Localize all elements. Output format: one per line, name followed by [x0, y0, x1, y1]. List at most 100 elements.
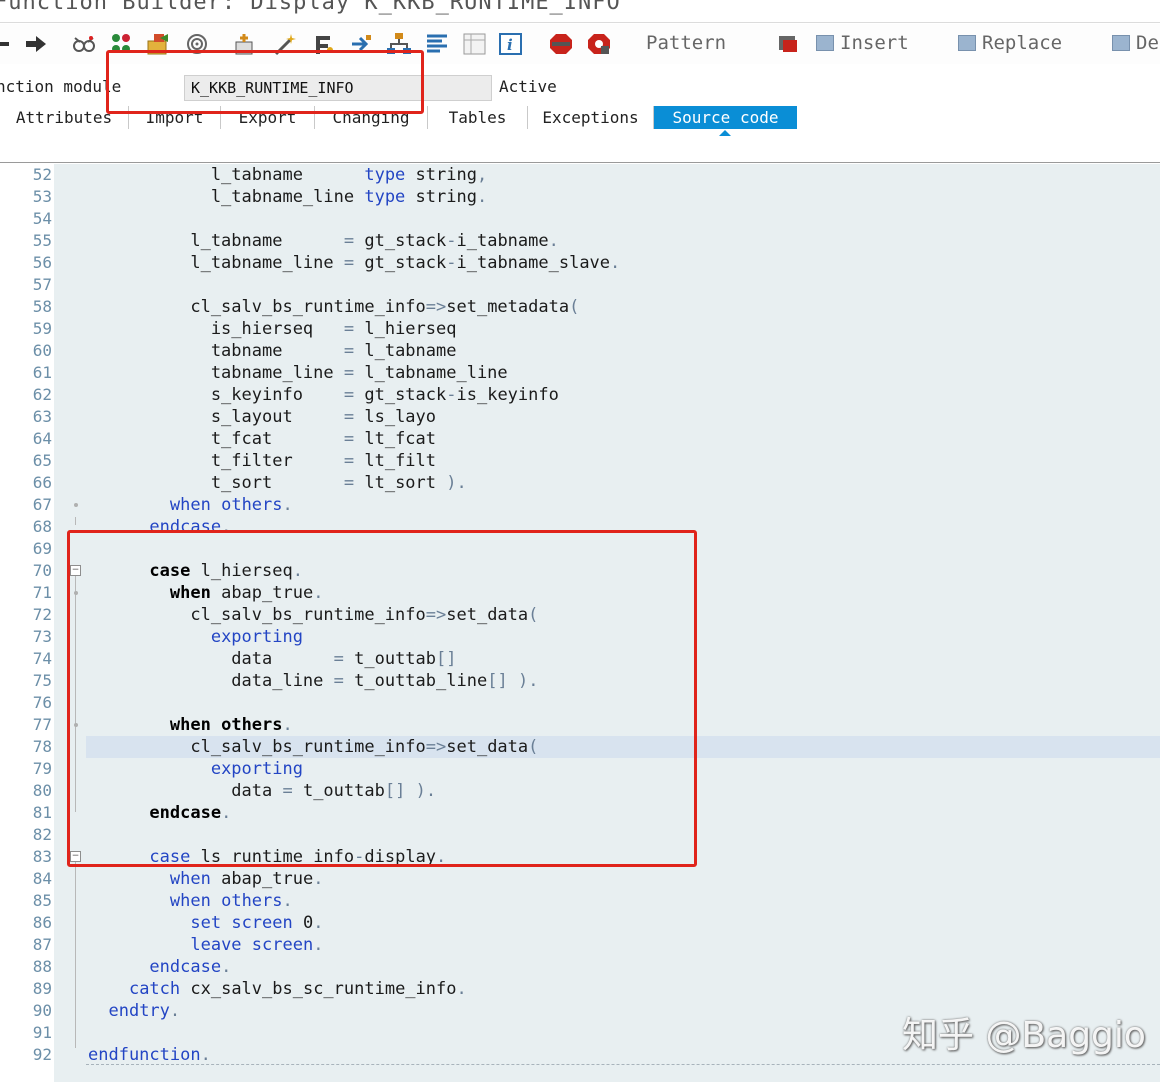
external-breakpoint-icon[interactable]: [586, 32, 612, 56]
tab-source-code[interactable]: Source code: [654, 106, 797, 129]
code-line[interactable]: 57: [0, 274, 1160, 296]
code-text: is_hierseq = l_hierseq: [88, 319, 457, 339]
code-text: s_keyinfo = gt_stack-is_keyinfo: [88, 385, 559, 405]
code-text: tabname_line = l_tabname_line: [88, 363, 508, 383]
forward-arrow-icon[interactable]: [24, 32, 48, 56]
delete-button[interactable]: De: [1112, 32, 1159, 54]
line-number: 70: [32, 561, 52, 580]
abap-source-editor[interactable]: 52 l_tabname type string, 53 l_tabname_li…: [0, 164, 1160, 1082]
line-number: 81: [32, 803, 52, 822]
code-line[interactable]: 62 s_keyinfo = gt_stack-is_keyinfo: [0, 384, 1160, 406]
code-line[interactable]: 88 endcase.: [0, 956, 1160, 978]
tab-exceptions[interactable]: Exceptions: [528, 106, 654, 129]
object-list-icon[interactable]: [108, 32, 134, 56]
tab-strip: Attributes Import Export Changing Tables…: [0, 106, 1160, 130]
code-line[interactable]: 79 exporting: [0, 758, 1160, 780]
magic-wand-icon[interactable]: [272, 32, 298, 56]
tab-tables[interactable]: Tables: [428, 106, 528, 129]
line-number: 59: [32, 319, 52, 338]
code-line[interactable]: 55 l_tabname = gt_stack-i_tabname.: [0, 230, 1160, 252]
code-text: t_filter = lt_filt: [88, 451, 437, 471]
tab-underline: [0, 162, 1160, 163]
code-line[interactable]: 59 is_hierseq = l_hierseq: [0, 318, 1160, 340]
navigate-icon[interactable]: [348, 32, 374, 56]
code-line[interactable]: 89 catch cx_salv_bs_sc_runtime_info.: [0, 978, 1160, 1000]
code-line[interactable]: 76: [0, 692, 1160, 714]
code-line[interactable]: 65 t_filter = lt_filt: [0, 450, 1160, 472]
fold-line: [75, 517, 76, 525]
code-line[interactable]: 71 when abap_true.: [0, 582, 1160, 604]
code-line[interactable]: 68 endcase.: [0, 516, 1160, 538]
line-number: 92: [32, 1045, 52, 1064]
pattern-button[interactable]: Pattern: [646, 32, 726, 54]
back-arrow-icon[interactable]: [0, 32, 12, 56]
code-line[interactable]: 52 l_tabname type string,: [0, 164, 1160, 186]
code-text: endtry.: [108, 1001, 181, 1021]
line-number: 82: [32, 825, 52, 844]
delete-label: De: [1136, 32, 1159, 54]
code-line[interactable]: 87 leave screen.: [0, 934, 1160, 956]
tab-import[interactable]: Import: [129, 106, 221, 129]
code-line[interactable]: 56 l_tabname_line = gt_stack-i_tabname_s…: [0, 252, 1160, 274]
code-line[interactable]: 66 t_sort = lt_sort ).: [0, 472, 1160, 494]
info-icon[interactable]: i: [498, 32, 524, 56]
code-line[interactable]: 73 exporting: [0, 626, 1160, 648]
code-line[interactable]: 70 case l_hierseq.: [0, 560, 1160, 582]
code-text: cl_salv_bs_runtime_info=>set_data(: [88, 737, 539, 757]
other-object-icon[interactable]: [146, 32, 172, 56]
code-line[interactable]: 64 t_fcat = lt_fcat: [0, 428, 1160, 450]
activate-icon[interactable]: [232, 32, 258, 56]
hierarchy-icon[interactable]: [386, 32, 412, 56]
code-line[interactable]: 61 tabname_line = l_tabname_line: [0, 362, 1160, 384]
code-text: endcase.: [149, 957, 232, 977]
breakpoint-icon[interactable]: [548, 32, 574, 56]
code-line[interactable]: 84 when abap_true.: [0, 868, 1160, 890]
delete-icon: [1112, 35, 1130, 51]
line-number: 75: [32, 671, 52, 690]
code-text: cl_salv_bs_runtime_info=>set_data(: [88, 605, 539, 625]
fold-toggle-case[interactable]: −: [70, 565, 81, 576]
code-line[interactable]: 78 cl_salv_bs_runtime_info=>set_data(: [0, 736, 1160, 758]
tab-changing[interactable]: Changing: [315, 106, 428, 129]
code-text: when others.: [169, 715, 293, 735]
tab-attributes[interactable]: Attributes: [0, 106, 129, 129]
line-number: 54: [32, 209, 52, 228]
code-text: tabname = l_tabname: [88, 341, 457, 361]
code-line[interactable]: 74 data = t_outtab[]: [0, 648, 1160, 670]
fold-toggle-case-display[interactable]: −: [70, 851, 81, 862]
code-line[interactable]: 69: [0, 538, 1160, 560]
code-line[interactable]: 80 data = t_outtab[] ).: [0, 780, 1160, 802]
insert-button[interactable]: Insert: [816, 32, 909, 54]
line-number: 56: [32, 253, 52, 272]
insert-object-icon[interactable]: [776, 32, 800, 56]
insert-label: Insert: [840, 32, 909, 54]
pretty-printer-icon[interactable]: [424, 32, 450, 56]
code-line[interactable]: 83 case ls_runtime_info-display.: [0, 846, 1160, 868]
code-line[interactable]: 75 data_line = t_outtab_line[] ).: [0, 670, 1160, 692]
code-line[interactable]: 86 set screen 0.: [0, 912, 1160, 934]
display-object-list-icon[interactable]: [462, 32, 488, 56]
code-line[interactable]: 77 when others.: [0, 714, 1160, 736]
line-number: 83: [32, 847, 52, 866]
line-number: 67: [32, 495, 52, 514]
code-line[interactable]: 72 cl_salv_bs_runtime_info=>set_data(: [0, 604, 1160, 626]
code-text: when abap_true.: [169, 583, 324, 603]
code-line[interactable]: 82: [0, 824, 1160, 846]
code-line[interactable]: 85 when others.: [0, 890, 1160, 912]
code-text: l_tabname type string,: [88, 165, 488, 185]
code-line[interactable]: 81 endcase.: [0, 802, 1160, 824]
code-line[interactable]: 60 tabname = l_tabname: [0, 340, 1160, 362]
code-line[interactable]: 58 cl_salv_bs_runtime_info=>set_metadata…: [0, 296, 1160, 318]
glasses-icon[interactable]: [72, 32, 96, 56]
where-used-icon[interactable]: [184, 32, 210, 56]
function-module-field[interactable]: K_KKB_RUNTIME_INFO: [184, 75, 492, 101]
code-text: t_fcat = lt_fcat: [88, 429, 437, 449]
code-line[interactable]: 54: [0, 208, 1160, 230]
code-line[interactable]: 63 s_layout = ls_layo: [0, 406, 1160, 428]
tab-export[interactable]: Export: [221, 106, 315, 129]
code-line[interactable]: 67 when others.: [0, 494, 1160, 516]
replace-button[interactable]: Replace: [958, 32, 1062, 54]
code-line[interactable]: 53 l_tabname_line type string.: [0, 186, 1160, 208]
test-icon[interactable]: [310, 32, 336, 56]
code-text: when abap_true.: [169, 869, 324, 889]
